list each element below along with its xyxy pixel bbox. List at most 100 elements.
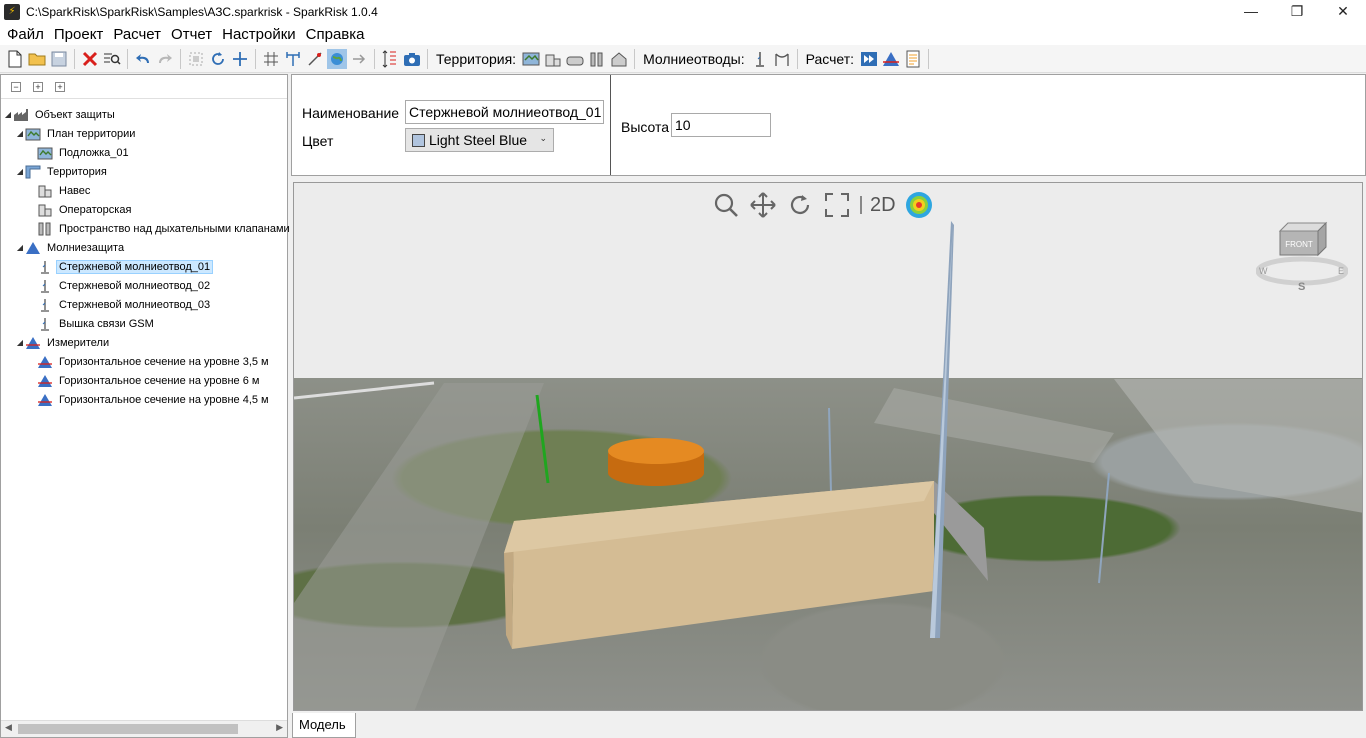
tree-node-rod[interactable]: Стержневой молниеотвод_03 bbox=[1, 295, 287, 314]
cable-rod-icon[interactable] bbox=[772, 49, 792, 69]
territory-tank-icon[interactable] bbox=[565, 49, 585, 69]
name-field[interactable]: Стержневой молниеотвод_01 bbox=[405, 100, 604, 124]
select-area-icon[interactable] bbox=[186, 49, 206, 69]
tree-node-meter[interactable]: Горизонтальное сечение на уровне 4,5 м bbox=[1, 390, 287, 409]
collapse-arrow-icon[interactable]: ◢ bbox=[3, 110, 13, 119]
fit-view-icon[interactable] bbox=[823, 191, 851, 219]
model-3d-viewport[interactable]: 2D FRONT W E S bbox=[293, 182, 1363, 711]
menu-settings[interactable]: Настройки bbox=[217, 26, 301, 43]
menu-project[interactable]: Проект bbox=[49, 26, 108, 43]
tree-node-plan[interactable]: ◢ План территории bbox=[1, 124, 287, 143]
tree-node-territory-child[interactable]: Пространство над дыхательными клапанами bbox=[1, 219, 290, 238]
tree-node-territory-child[interactable]: Навес bbox=[1, 181, 287, 200]
arrow-tool-icon[interactable] bbox=[349, 49, 369, 69]
collapse-arrow-icon[interactable]: ◢ bbox=[15, 243, 25, 252]
menu-help[interactable]: Справка bbox=[301, 26, 370, 43]
tree-node-plan-child[interactable]: Подложка_01 bbox=[1, 143, 287, 162]
camera-icon[interactable] bbox=[402, 49, 422, 69]
expand-all-icon[interactable]: + bbox=[33, 81, 43, 92]
calc-report-icon[interactable] bbox=[903, 49, 923, 69]
project-tree: ◢ Объект защиты ◢ План территории Подлож… bbox=[1, 105, 290, 409]
tree-label: Территория bbox=[47, 165, 107, 178]
close-button[interactable]: ✕ bbox=[1320, 0, 1366, 23]
expand-level-icon[interactable]: + bbox=[55, 81, 65, 92]
territory-house-icon[interactable] bbox=[609, 49, 629, 69]
calc-zone-icon[interactable] bbox=[881, 49, 901, 69]
menu-file[interactable]: Файл bbox=[2, 26, 49, 43]
minimize-button[interactable]: — bbox=[1228, 0, 1274, 23]
zoom-icon[interactable] bbox=[712, 191, 740, 219]
height-label: Высота bbox=[621, 119, 670, 135]
tree-label: Операторская bbox=[59, 203, 132, 216]
collapse-arrow-icon[interactable]: ◢ bbox=[15, 129, 25, 138]
collapse-arrow-icon[interactable]: ◢ bbox=[15, 167, 25, 176]
tree-node-meters[interactable]: ◢ Измерители bbox=[1, 333, 287, 352]
scroll-right-icon[interactable]: ▶ bbox=[276, 722, 283, 733]
map-icon bbox=[25, 126, 41, 142]
grid-icon[interactable] bbox=[261, 49, 281, 69]
single-rod-icon[interactable] bbox=[750, 49, 770, 69]
map-layer-icon[interactable] bbox=[327, 48, 347, 69]
delete-icon[interactable] bbox=[80, 49, 100, 69]
snap-text-icon[interactable] bbox=[283, 49, 303, 69]
tree-node-protection[interactable]: ◢ Молниезащита bbox=[1, 238, 287, 257]
collapse-arrow-icon[interactable]: ◢ bbox=[15, 338, 25, 347]
pan-icon[interactable] bbox=[749, 191, 777, 219]
territory-building-icon[interactable] bbox=[543, 49, 563, 69]
rotate-view-icon[interactable] bbox=[786, 191, 814, 219]
chevron-down-icon: ⌄ bbox=[539, 133, 547, 143]
zone-heatmap-icon[interactable] bbox=[904, 191, 932, 219]
tree-node-rod[interactable]: Стержневой молниеотвод_02 bbox=[1, 276, 287, 295]
territory-map-icon[interactable] bbox=[521, 49, 541, 69]
move-icon[interactable] bbox=[230, 49, 250, 69]
toolbar-separator bbox=[374, 48, 375, 69]
redo-icon[interactable] bbox=[155, 49, 175, 69]
title-bar: ⚡ C:\SparkRisk\SparkRisk\Samples\АЗС.spa… bbox=[0, 0, 1366, 23]
rod-03 bbox=[1098, 472, 1110, 584]
tree-label: Молниезащита bbox=[47, 241, 125, 254]
scroll-left-icon[interactable]: ◀ bbox=[5, 722, 12, 733]
undo-icon[interactable] bbox=[133, 49, 153, 69]
menu-calc[interactable]: Расчет bbox=[108, 26, 166, 43]
height-field[interactable]: 10 bbox=[671, 113, 771, 137]
tree-node-meter[interactable]: Горизонтальное сечение на уровне 6 м bbox=[1, 371, 287, 390]
meter-icon bbox=[25, 335, 41, 351]
tree-label: Горизонтальное сечение на уровне 3,5 м bbox=[59, 355, 269, 368]
new-file-icon[interactable] bbox=[5, 49, 25, 69]
restore-button[interactable]: ❐ bbox=[1274, 0, 1320, 23]
horizontal-scrollbar[interactable]: ◀ ▶ bbox=[1, 720, 287, 737]
menu-report[interactable]: Отчет bbox=[166, 26, 217, 43]
toggle-2d-button[interactable]: 2D bbox=[870, 194, 896, 217]
calc-run-icon[interactable] bbox=[859, 49, 879, 69]
parking-area bbox=[1114, 379, 1362, 513]
meter-icon bbox=[37, 373, 53, 389]
rotate-icon[interactable] bbox=[208, 49, 228, 69]
toolbar-separator bbox=[928, 48, 930, 69]
navigation-cube[interactable]: FRONT W E S bbox=[1256, 213, 1348, 293]
height-ruler-icon[interactable] bbox=[380, 49, 400, 69]
tree-node-rod-selected[interactable]: Стержневой молниеотвод_01 bbox=[1, 257, 287, 276]
toolbar-separator bbox=[180, 48, 181, 69]
open-folder-icon[interactable] bbox=[27, 49, 47, 69]
compass-west: W bbox=[1259, 266, 1268, 276]
tree-node-meter[interactable]: Горизонтальное сечение на уровне 3,5 м bbox=[1, 352, 287, 371]
toolbar-separator bbox=[74, 48, 75, 69]
tab-model[interactable]: Модель bbox=[292, 713, 356, 738]
tree-label: Горизонтальное сечение на уровне 4,5 м bbox=[59, 393, 269, 406]
calc-label: Расчет: bbox=[805, 50, 855, 67]
gsm-tower bbox=[535, 394, 550, 484]
territory-column-icon[interactable] bbox=[587, 49, 607, 69]
tree-node-territory-child[interactable]: Операторская bbox=[1, 200, 287, 219]
find-icon[interactable] bbox=[102, 49, 122, 69]
collapse-all-icon[interactable]: − bbox=[11, 81, 21, 92]
meter-icon bbox=[37, 354, 53, 370]
color-select[interactable]: Light Steel Blue ⌄ bbox=[405, 128, 554, 152]
tree-node-territory[interactable]: ◢ Территория bbox=[1, 162, 287, 181]
tree-node-rod[interactable]: Вышка связи GSM bbox=[1, 314, 287, 333]
scrollbar-thumb[interactable] bbox=[18, 724, 238, 734]
tree-node-root[interactable]: ◢ Объект защиты bbox=[1, 105, 287, 124]
menu-bar: Файл Проект Расчет Отчет Настройки Справ… bbox=[0, 23, 1366, 45]
save-icon[interactable] bbox=[49, 49, 69, 69]
territory-icon bbox=[25, 164, 41, 180]
measure-icon[interactable] bbox=[305, 49, 325, 69]
